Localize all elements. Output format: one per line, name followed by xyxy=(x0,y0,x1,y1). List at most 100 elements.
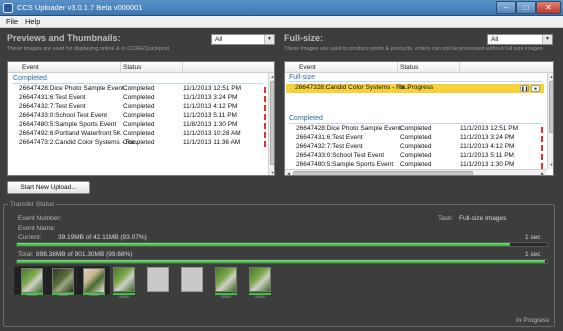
list-item[interactable]: 26647431:6:Test Event Completed 11/1/2013 … xyxy=(10,94,266,103)
event-completed-time: 11/1/2013 4:12 PM xyxy=(460,143,515,150)
column-divider[interactable] xyxy=(397,62,398,73)
thumbnail-image xyxy=(83,268,105,293)
list-item[interactable]: 26647433:0:School Test Event Completed 11/… xyxy=(10,112,266,121)
previews-list[interactable]: Event Status Completed 26647428:Dice Pho… xyxy=(7,61,275,176)
event-status: Completed xyxy=(123,121,155,128)
event-completed-time: 11/1/2013 3:24 PM xyxy=(183,94,238,101)
close-icon: ✕ xyxy=(545,3,552,12)
chevron-down-icon: ▼ xyxy=(264,35,274,44)
event-name: 26647480:5:Sample Sports Event xyxy=(296,161,394,168)
group-full-size: Full-size xyxy=(289,74,316,81)
column-divider[interactable] xyxy=(182,62,183,73)
list-item[interactable]: 26647431:6:Test Event Completed 11/1/2013 … xyxy=(287,134,543,143)
thumbnail-caption: 00000 xyxy=(255,295,265,299)
scroll-thumb[interactable] xyxy=(549,81,553,133)
scroll-left-icon[interactable]: ◀ xyxy=(285,170,292,175)
event-status: Completed xyxy=(400,125,432,132)
upload-thumbnail[interactable]: 00000 xyxy=(76,266,110,297)
maximize-button[interactable]: □ xyxy=(516,1,536,14)
group-completed: Completed xyxy=(289,115,323,122)
event-status: Completed xyxy=(400,134,432,141)
group-completed: Completed xyxy=(13,75,47,82)
thumbnail-caption: 00000 xyxy=(27,293,37,297)
previews-list-header: Event Status xyxy=(8,62,274,73)
list-item[interactable]: 26647428:Dice Photo Sample Event Complete… xyxy=(10,85,266,94)
title-bar[interactable]: CCS Uploader v3.0.1.7 Beta v000001 – □ ✕ xyxy=(0,0,563,16)
event-name: 26647473:2:Candid Color Systems - Ra... xyxy=(19,139,140,146)
event-status: Completed xyxy=(123,85,155,92)
event-completed-time: 11/1/2013 12:51 PM xyxy=(460,125,519,132)
fullsize-horizontal-scrollbar[interactable]: ◀ ▶ xyxy=(285,169,547,175)
event-name: 26647432:7:Test Event xyxy=(19,103,86,110)
column-status[interactable]: Status xyxy=(123,64,141,71)
status-marker-icon xyxy=(264,132,266,138)
upload-thumbnail[interactable] xyxy=(147,267,169,297)
upload-thumbnail[interactable]: 00000 xyxy=(113,267,135,299)
fullsize-filter-select[interactable]: All ▼ xyxy=(487,34,553,45)
previews-filter-select[interactable]: All ▼ xyxy=(211,34,275,45)
scroll-down-icon[interactable]: ▼ xyxy=(548,161,553,168)
upload-thumbnail[interactable]: 00000 xyxy=(215,267,237,299)
close-button[interactable]: ✕ xyxy=(536,1,561,14)
thumbnail-image xyxy=(21,268,43,293)
total-time-remaining: 1 sec xyxy=(525,251,541,258)
fullsize-list[interactable]: Event Status Full-size 26647328:Candid C… xyxy=(284,61,554,176)
status-marker-icon xyxy=(541,136,543,142)
start-new-upload-button[interactable]: Start New Upload... xyxy=(7,181,90,194)
event-completed-time: 11/1/2013 4:12 PM xyxy=(183,103,238,110)
column-divider[interactable] xyxy=(459,62,460,73)
scroll-up-icon[interactable]: ▲ xyxy=(548,73,553,80)
fullsize-vertical-scrollbar[interactable]: ▲ ▼ xyxy=(547,73,553,169)
scroll-up-icon[interactable]: ▲ xyxy=(269,73,274,80)
menu-help[interactable]: Help xyxy=(25,17,40,26)
list-item[interactable]: 26647428:Dice Photo Sample Event Complete… xyxy=(287,125,543,134)
scroll-down-icon[interactable]: ▼ xyxy=(269,169,274,175)
group-divider xyxy=(289,81,542,82)
status-marker-icon xyxy=(264,114,266,120)
thumbnail-caption: 00000 xyxy=(221,295,231,299)
list-item[interactable]: 26647432:7:Test Event Completed 11/1/2013 … xyxy=(10,103,266,112)
list-item[interactable]: 26647480:5:Sample Sports Event Completed 1… xyxy=(10,121,266,130)
column-status[interactable]: Status xyxy=(400,64,418,71)
upload-thumbnail[interactable]: 00000 xyxy=(45,266,79,297)
pause-button[interactable]: ❚❚ xyxy=(520,85,529,92)
column-event[interactable]: Event xyxy=(22,64,39,71)
status-marker-icon xyxy=(264,105,266,111)
thumbnail-image xyxy=(52,268,74,293)
total-label: Total: xyxy=(18,251,34,258)
upload-thumbnail[interactable]: 00000 xyxy=(14,266,48,297)
transfer-status-legend: Transfer Status xyxy=(8,201,57,208)
upload-thumbnail[interactable] xyxy=(181,267,203,297)
menu-file[interactable]: File xyxy=(6,17,18,26)
active-upload-row[interactable]: 26647328:Candid Color Systems - Ra... In… xyxy=(286,84,544,93)
stop-button[interactable]: ■ xyxy=(531,85,540,92)
pending-thumbnail-image xyxy=(147,267,169,292)
scroll-thumb[interactable] xyxy=(293,171,473,175)
scroll-thumb[interactable] xyxy=(270,81,274,165)
current-progress-bar xyxy=(16,242,548,247)
status-marker-icon xyxy=(264,87,266,93)
status-marker-icon xyxy=(264,96,266,102)
event-completed-time: 11/8/2013 1:30 PM xyxy=(183,121,238,128)
menu-bar: File Help xyxy=(0,16,563,28)
current-progress-fill xyxy=(17,243,511,246)
status-marker-icon xyxy=(541,127,543,133)
column-event[interactable]: Event xyxy=(299,64,316,71)
group-divider xyxy=(289,123,542,124)
minimize-button[interactable]: – xyxy=(496,1,516,14)
list-item[interactable]: 26647432:7:Test Event Completed 11/1/2013 … xyxy=(287,143,543,152)
list-item[interactable]: 26647433:0:School Test Event Completed 11/… xyxy=(287,152,543,161)
event-completed-time: 11/1/2013 11:36 AM xyxy=(183,139,241,146)
window-title: CCS Uploader v3.0.1.7 Beta v000001 xyxy=(17,3,143,12)
previews-vertical-scrollbar[interactable]: ▲ ▼ xyxy=(268,73,274,175)
upload-thumbnail[interactable]: 00000 xyxy=(249,267,271,299)
event-name: 26647433:0:School Test Event xyxy=(296,152,385,159)
event-status: Completed xyxy=(123,112,155,119)
previews-heading: Previews and Thumbnails: xyxy=(7,33,121,43)
fullsize-subtitle: These images are used to produce prints … xyxy=(284,46,543,52)
list-item[interactable]: 26647473:2:Candid Color Systems - Ra... C… xyxy=(10,139,266,148)
event-status: Completed xyxy=(400,161,432,168)
scroll-right-icon[interactable]: ▶ xyxy=(539,170,546,175)
column-divider[interactable] xyxy=(120,62,121,73)
list-item[interactable]: 26647492:6:Portland Waterfront 5K Complet… xyxy=(10,130,266,139)
